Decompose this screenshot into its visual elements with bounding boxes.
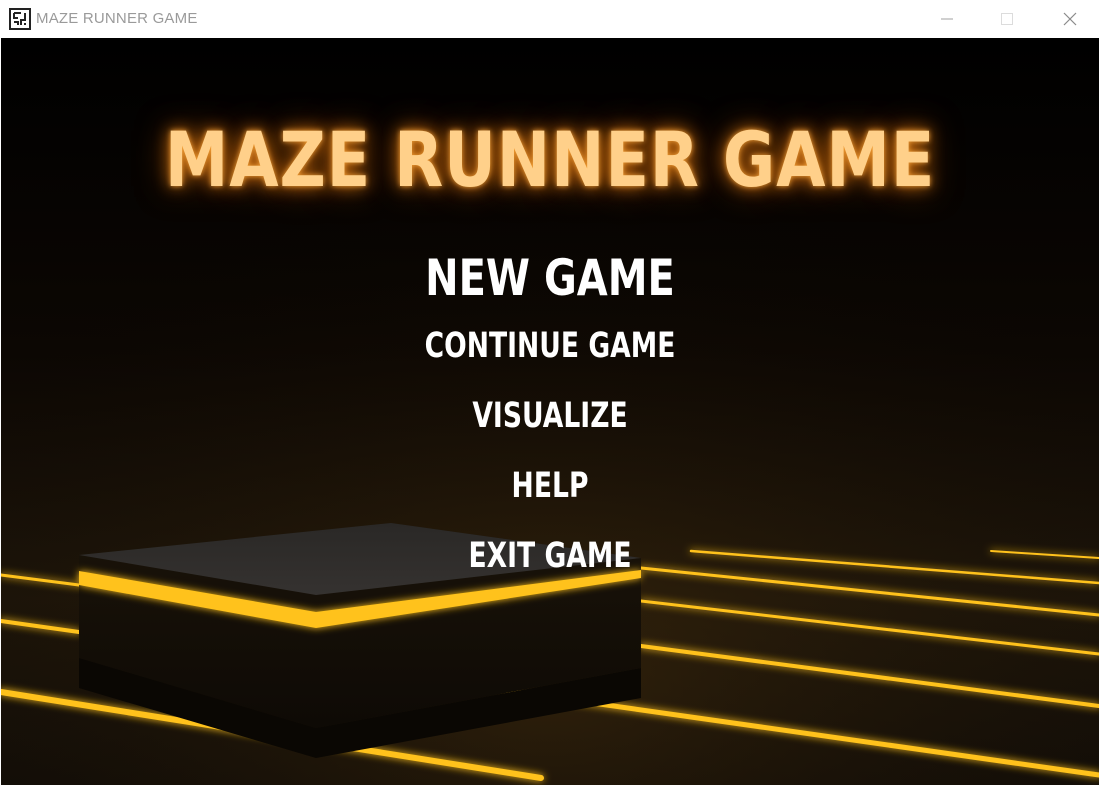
game-viewport[interactable]: MAZE RUNNER GAME NEW GAME CONTINUE GAME … — [1, 38, 1099, 785]
new-game-button[interactable]: NEW GAME — [111, 246, 989, 310]
visualize-button[interactable]: VISUALIZE — [133, 394, 967, 438]
title-bar[interactable]: MAZE RUNNER GAME — [0, 0, 1100, 38]
minimize-button[interactable] — [917, 0, 977, 38]
maximize-button[interactable] — [977, 0, 1037, 38]
help-button[interactable]: HELP — [133, 464, 967, 508]
close-icon — [1063, 12, 1077, 26]
continue-game-button[interactable]: CONTINUE GAME — [133, 324, 967, 368]
game-title: MAZE RUNNER GAME — [164, 115, 936, 204]
exit-game-button[interactable]: EXIT GAME — [133, 534, 967, 578]
minimize-icon — [941, 18, 953, 20]
close-button[interactable] — [1040, 0, 1100, 38]
maximize-icon — [1001, 13, 1013, 25]
game-window: MAZE RUNNER GAME MAZE RUNNER GAME NEW GA… — [0, 0, 1100, 787]
maze-icon — [9, 8, 31, 30]
window-title: MAZE RUNNER GAME — [36, 10, 198, 27]
